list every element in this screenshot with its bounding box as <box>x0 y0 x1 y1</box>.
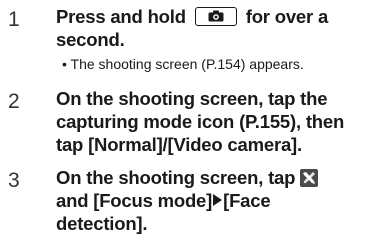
step-line: capturing mode icon (P.155), then <box>56 111 345 132</box>
settings-tools-icon <box>300 169 319 187</box>
step-text: Press and hold for over a second. <box>56 5 373 51</box>
step-number: 3 <box>8 169 20 192</box>
step-note: • The shooting screen (P.154) appears. <box>62 56 304 72</box>
step-text-part: On the shooting screen, tap <box>56 167 296 188</box>
step-text-part: for over a <box>245 6 329 27</box>
step-text-part: and [Focus mode] <box>56 190 213 211</box>
step-line: second. <box>56 29 125 50</box>
step-number: 2 <box>8 90 20 113</box>
step-line: tap [Normal]/[Video camera]. <box>56 134 302 155</box>
step-line: On the shooting screen, tap the <box>56 88 328 109</box>
arrow-right-icon <box>213 194 223 206</box>
camera-key-icon <box>194 7 237 26</box>
step-line: detection]. <box>56 213 148 234</box>
step-number: 1 <box>8 8 20 31</box>
step-line: Press and hold for over a <box>56 5 373 28</box>
step-line: and [Focus mode] [Face <box>56 189 373 212</box>
step-text: On the shooting screen, tap and [Focus m… <box>56 166 373 235</box>
step-text-part: Press and hold <box>56 6 186 27</box>
step-text: On the shooting screen, tap the capturin… <box>56 87 373 156</box>
step-line: On the shooting screen, tap <box>56 166 373 189</box>
step-text-part: [Face <box>223 190 271 211</box>
